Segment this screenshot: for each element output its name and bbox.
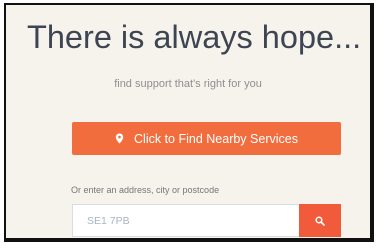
page-title: There is always hope... — [27, 19, 362, 55]
search-bar — [72, 204, 341, 237]
find-button-label: Click to Find Nearby Services — [134, 131, 298, 146]
hope-card: There is always hope... find support tha… — [4, 3, 374, 242]
postcode-search-input[interactable] — [72, 204, 299, 237]
subtitle: find support that's right for you — [114, 78, 262, 90]
search-hint: Or enter an address, city or postcode — [71, 185, 220, 195]
map-pin-icon — [115, 133, 124, 144]
find-nearby-services-button[interactable]: Click to Find Nearby Services — [72, 122, 341, 155]
search-button[interactable] — [299, 204, 341, 237]
search-icon — [315, 215, 325, 226]
